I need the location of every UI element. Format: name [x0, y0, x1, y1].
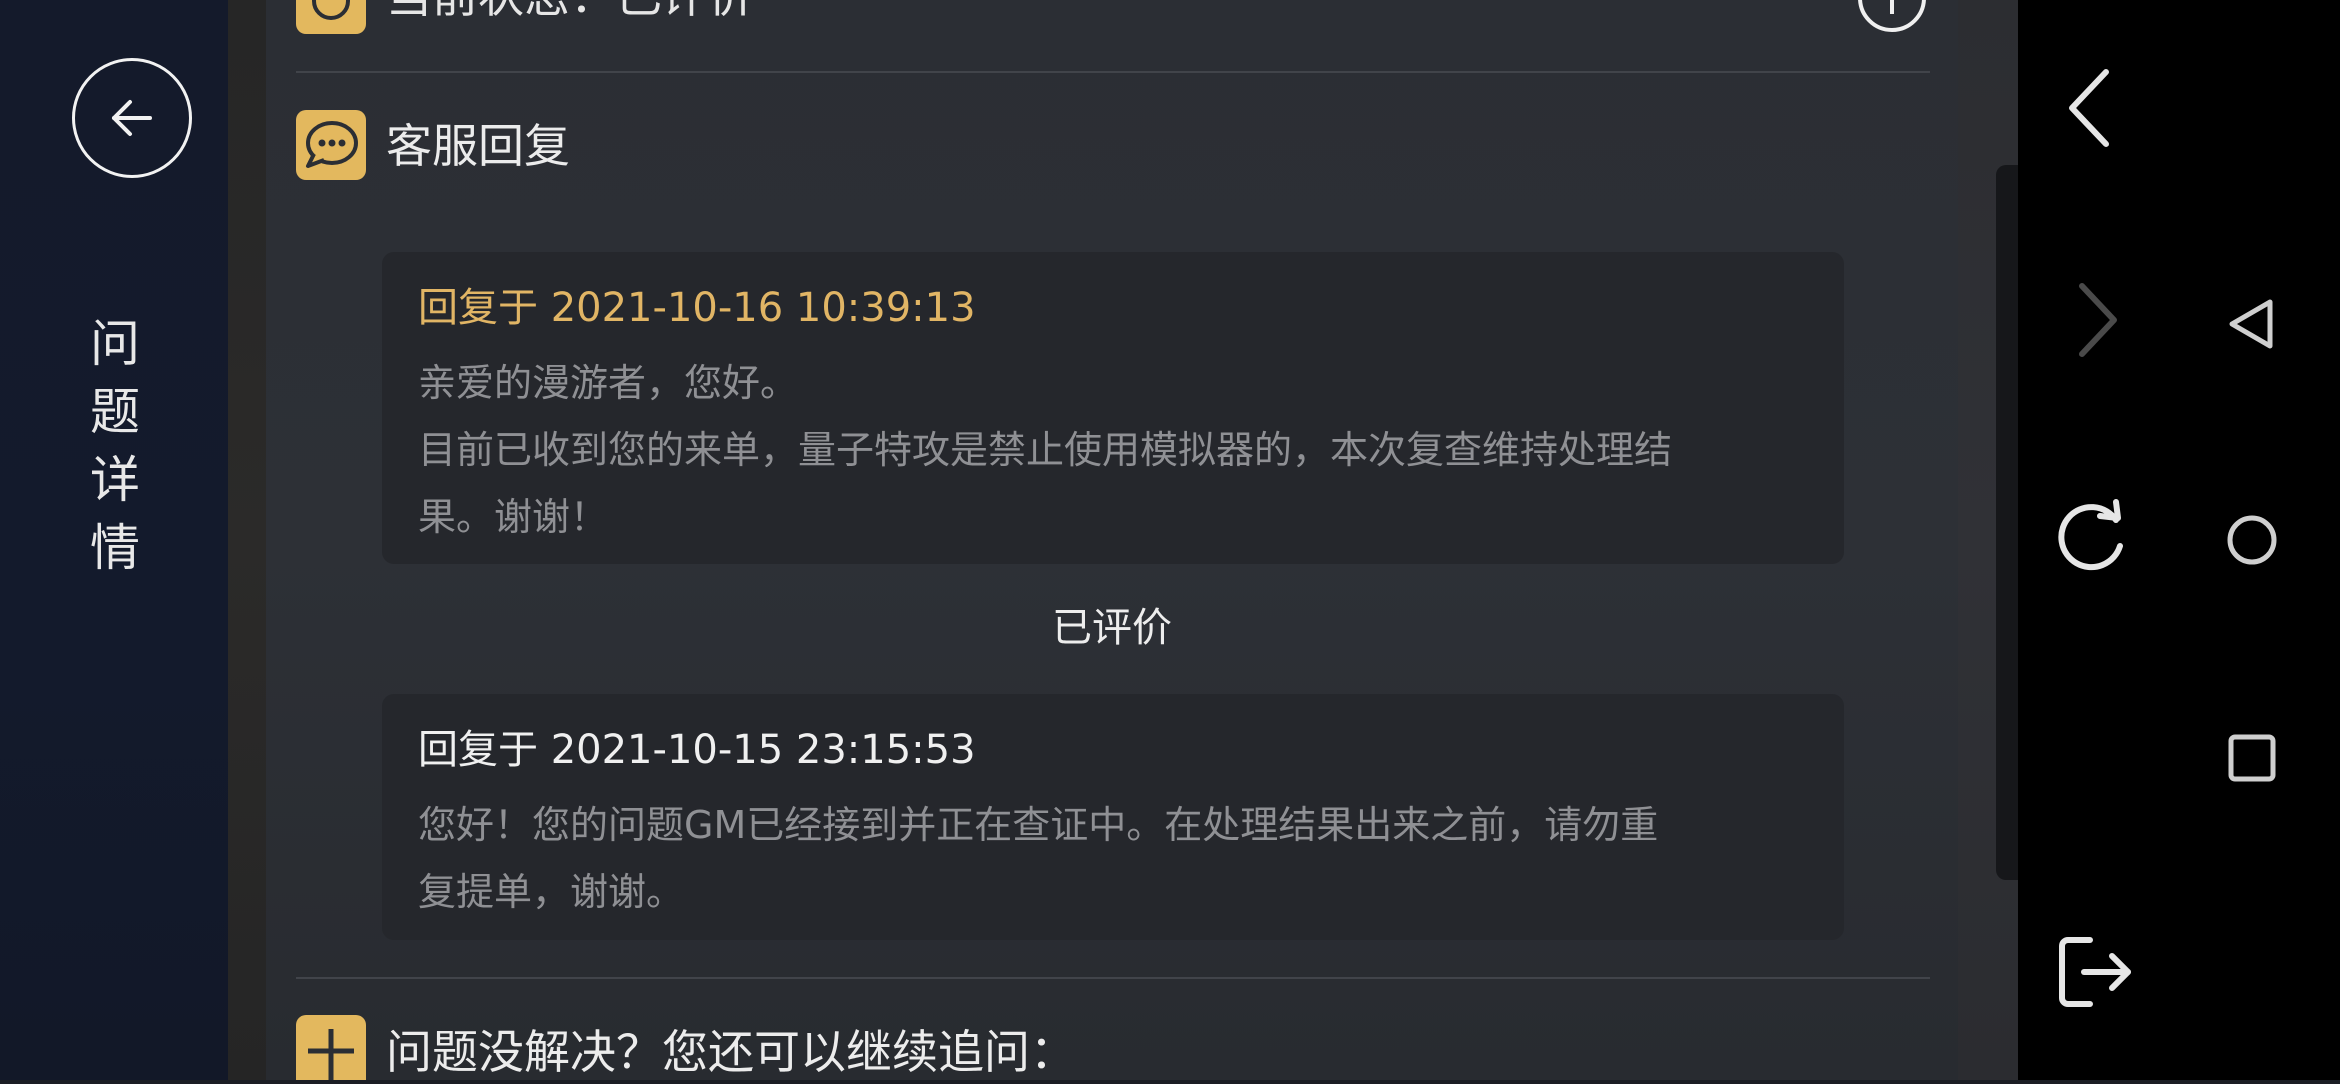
followup-text[interactable]: 问题没解决？您还可以继续追问：	[386, 1022, 1076, 1082]
plus-glyph	[308, 1029, 354, 1080]
background-strip	[228, 0, 266, 1080]
divider	[296, 71, 1930, 73]
page-title: 问 题 详 情	[80, 310, 150, 582]
scrollbar[interactable]	[1996, 165, 2018, 880]
reply-body: 亲爱的漫游者，您好。 目前已收到您的来单，量子特攻是禁止使用模拟器的，本次复查维…	[418, 350, 1818, 551]
chat-bubble-icon	[296, 110, 366, 180]
chevron-left-icon[interactable]	[2060, 66, 2120, 150]
page-title-char: 情	[90, 519, 140, 577]
add-followup-icon[interactable]	[296, 1015, 366, 1080]
chat-bubble-glyph	[306, 121, 358, 168]
reply-time: 回复于 2021-10-15 23:15:53	[418, 727, 976, 773]
chevron-right-icon[interactable]	[2068, 280, 2128, 360]
reply-body: 您好！您的问题GM已经接到并正在查证中。在处理结果出来之前，请勿重 复提单，谢谢…	[418, 792, 1818, 926]
page-title-char: 详	[90, 451, 140, 509]
refresh-icon[interactable]	[2050, 494, 2134, 578]
page-title-char: 问	[90, 315, 140, 373]
section-title: 客服回复	[386, 119, 570, 173]
left-sidebar: 问 题 详 情	[0, 0, 228, 1080]
divider	[296, 977, 1930, 979]
recents-icon[interactable]	[2222, 728, 2282, 788]
exit-icon[interactable]	[2054, 932, 2138, 1012]
status-icon	[296, 0, 366, 34]
reply-line: 果。谢谢！	[418, 495, 609, 539]
reply-card: 回复于 2021-10-16 10:39:13 亲爱的漫游者，您好。 目前已收到…	[382, 252, 1844, 564]
reply-card: 回复于 2021-10-15 23:15:53 您好！您的问题GM已经接到并正在…	[382, 694, 1844, 940]
status-text: 当前状态：已评价	[386, 0, 754, 26]
back-button[interactable]	[72, 58, 192, 178]
reply-line: 目前已收到您的来单，量子特攻是禁止使用模拟器的，本次复查维持处理结	[418, 428, 1673, 472]
reply-line: 您好！您的问题GM已经接到并正在查证中。在处理结果出来之前，请勿重	[418, 803, 1659, 847]
reply-line: 复提单，谢谢。	[418, 870, 685, 914]
arrow-left-icon	[112, 100, 152, 136]
home-icon[interactable]	[2222, 510, 2282, 570]
system-back-icon[interactable]	[2222, 294, 2282, 354]
reply-line: 亲爱的漫游者，您好。	[418, 361, 799, 405]
navigation-bar	[2018, 0, 2340, 1080]
page-title-char: 题	[90, 383, 140, 441]
reply-time: 回复于 2021-10-16 10:39:13	[418, 285, 976, 331]
rated-label: 已评价	[1052, 605, 1172, 651]
